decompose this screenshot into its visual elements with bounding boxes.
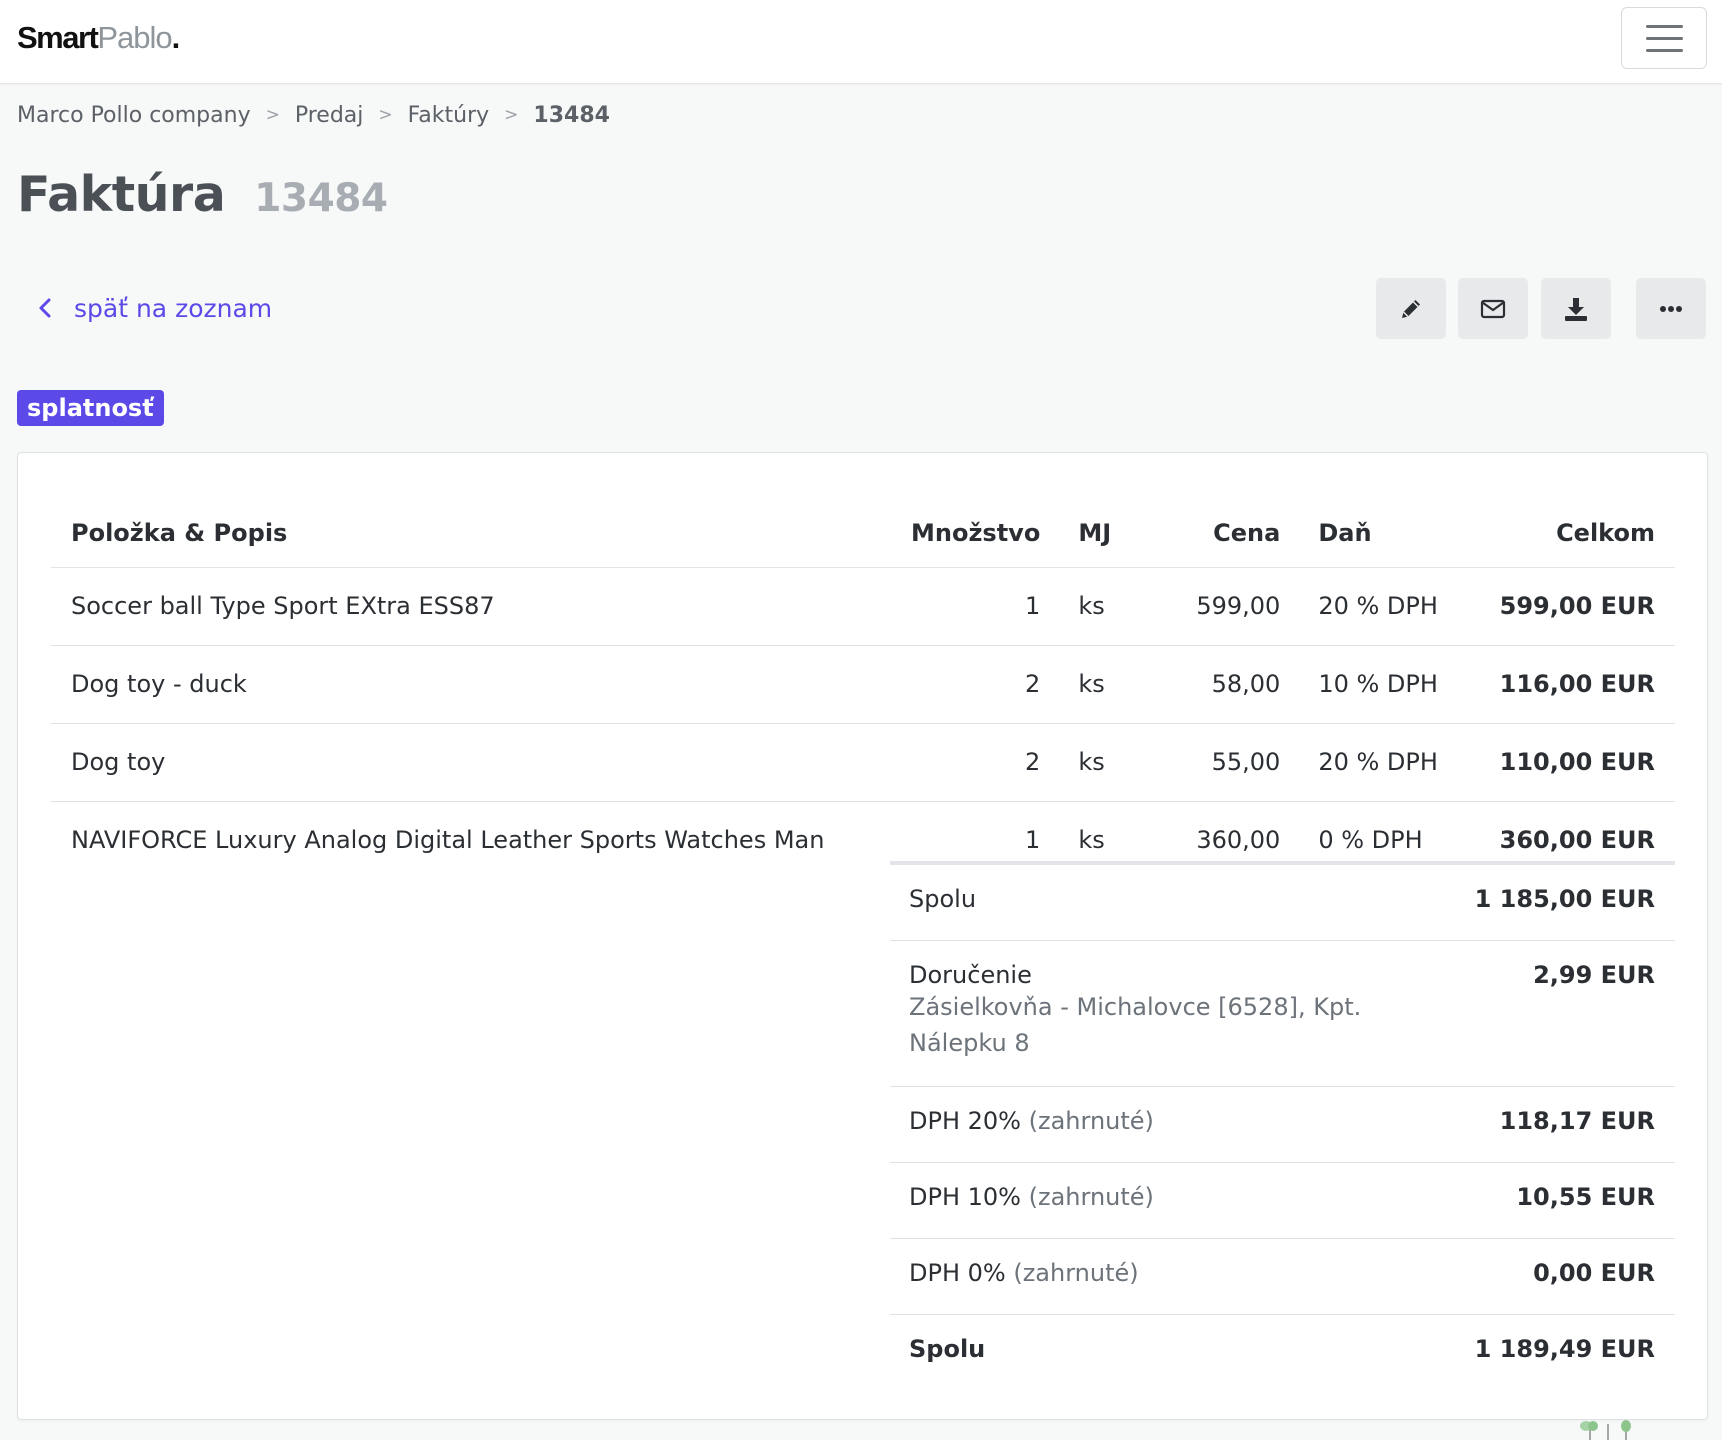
- email-button[interactable]: [1458, 278, 1528, 339]
- item-total: 599,00 EUR: [1450, 567, 1675, 646]
- logo[interactable]: SmartPablo.: [17, 20, 181, 56]
- invoice-card: Položka & Popis Množstvo MJ Cena Daň Cel…: [17, 452, 1708, 1420]
- subtotal-label: Spolu: [909, 885, 977, 913]
- top-navbar: SmartPablo.: [0, 0, 1722, 84]
- logo-part-pablo: Pablo: [97, 20, 172, 55]
- hamburger-menu-button[interactable]: [1621, 7, 1707, 69]
- item-tax: 10 % DPH: [1280, 645, 1451, 724]
- column-header-qty: Množstvo: [911, 499, 1041, 568]
- item-tax: 20 % DPH: [1280, 567, 1451, 646]
- table-header-row: Položka & Popis Množstvo MJ Cena Daň Cel…: [51, 499, 1675, 568]
- delivery-info: Doručenie Zásielkovňa - Michalovce [6528…: [909, 961, 1361, 1061]
- breadcrumb-separator: >: [504, 105, 519, 125]
- item-price: 599,00: [1140, 567, 1281, 646]
- subtotal-value: 1 185,00 EUR: [1474, 885, 1655, 913]
- breadcrumb-separator: >: [265, 105, 280, 125]
- column-header-total: Celkom: [1450, 499, 1675, 568]
- delivery-value: 2,99 EUR: [1533, 961, 1655, 989]
- vat-rate: DPH 20%: [909, 1107, 1021, 1135]
- column-header-desc: Položka & Popis: [51, 499, 911, 568]
- more-actions-button[interactable]: [1636, 278, 1706, 339]
- item-qty: 2: [911, 645, 1041, 724]
- table-row: Dog toy 2 ks 55,00 20 % DPH 110,00 EUR: [51, 723, 1675, 802]
- vat-note: (zahrnuté): [1013, 1259, 1139, 1287]
- hamburger-icon-line: [1645, 48, 1683, 52]
- breadcrumb-separator: >: [378, 105, 393, 125]
- item-price: 58,00: [1140, 645, 1281, 724]
- vat-value: 10,55 EUR: [1516, 1183, 1655, 1211]
- vat-rate: DPH 10%: [909, 1183, 1021, 1211]
- column-header-price: Cena: [1140, 499, 1281, 568]
- vat-value: 0,00 EUR: [1533, 1259, 1655, 1287]
- grand-total-label: Spolu: [909, 1335, 986, 1363]
- item-unit: ks: [1040, 723, 1141, 802]
- item-desc: Dog toy - duck: [51, 645, 911, 724]
- breadcrumb-item-faktury[interactable]: Faktúry: [408, 103, 490, 128]
- delivery-row: Doručenie Zásielkovňa - Michalovce [6528…: [890, 941, 1675, 1087]
- table-row: Soccer ball Type Sport EXtra ESS87 1 ks …: [51, 567, 1675, 646]
- item-total: 116,00 EUR: [1450, 645, 1675, 724]
- edit-button[interactable]: [1376, 278, 1446, 339]
- vat-note: (zahrnuté): [1028, 1183, 1154, 1211]
- column-header-unit: MJ: [1040, 499, 1141, 568]
- item-tax: 20 % DPH: [1280, 723, 1451, 802]
- envelope-icon: [1480, 299, 1506, 318]
- more-icon: [1660, 305, 1682, 312]
- item-qty: 2: [911, 723, 1041, 802]
- plant-decoration-icon: [1580, 1420, 1631, 1440]
- item-price: 55,00: [1140, 723, 1281, 802]
- items-table: Položka & Popis Množstvo MJ Cena Daň Cel…: [51, 499, 1675, 879]
- table-row: Dog toy - duck 2 ks 58,00 10 % DPH 116,0…: [51, 645, 1675, 724]
- item-desc: Dog toy: [51, 723, 911, 802]
- chevron-left-icon: [39, 298, 51, 318]
- delivery-label: Doručenie: [909, 961, 1032, 989]
- pencil-icon: [1402, 299, 1420, 318]
- breadcrumb-item-company[interactable]: Marco Pollo company: [17, 103, 251, 128]
- vat-row: DPH 20% (zahrnuté) 118,17 EUR: [890, 1087, 1675, 1163]
- item-total: 110,00 EUR: [1450, 723, 1675, 802]
- hamburger-icon: [1645, 24, 1683, 28]
- item-unit: ks: [1040, 567, 1141, 646]
- grand-total-row: Spolu 1 189,49 EUR: [890, 1315, 1675, 1391]
- vat-note: (zahrnuté): [1028, 1107, 1154, 1135]
- vat-value: 118,17 EUR: [1499, 1107, 1655, 1135]
- breadcrumb: Marco Pollo company > Predaj > Faktúry >…: [17, 100, 610, 130]
- download-button[interactable]: [1541, 278, 1611, 339]
- item-desc: Soccer ball Type Sport EXtra ESS87: [51, 567, 911, 646]
- vat-row: DPH 0% (zahrnuté) 0,00 EUR: [890, 1239, 1675, 1315]
- status-badge: splatnosť: [17, 390, 164, 426]
- grand-total-value: 1 189,49 EUR: [1474, 1335, 1655, 1363]
- vat-label: DPH 20% (zahrnuté): [909, 1107, 1154, 1135]
- item-desc: NAVIFORCE Luxury Analog Digital Leather …: [71, 826, 825, 855]
- vat-rate: DPH 0%: [909, 1259, 1006, 1287]
- page-title: Faktúra 13484: [17, 166, 388, 223]
- invoice-number: 13484: [254, 176, 388, 221]
- back-to-list-link[interactable]: späť na zoznam: [36, 290, 272, 326]
- column-header-tax: Daň: [1280, 499, 1451, 568]
- logo-dot: .: [171, 20, 181, 55]
- item-unit: ks: [1040, 645, 1141, 724]
- logo-part-smart: Smart: [17, 20, 99, 55]
- subtotal-row: Spolu 1 185,00 EUR: [890, 865, 1675, 941]
- vat-row: DPH 10% (zahrnuté) 10,55 EUR: [890, 1163, 1675, 1239]
- delivery-detail: Nálepku 8: [909, 1029, 1030, 1057]
- download-icon: [1565, 297, 1587, 321]
- back-link-label: späť na zoznam: [74, 293, 273, 323]
- hamburger-icon-line: [1645, 36, 1683, 40]
- breadcrumb-item-predaj[interactable]: Predaj: [295, 103, 364, 128]
- totals-summary: Spolu 1 185,00 EUR Doručenie Zásielkovňa…: [890, 861, 1675, 1391]
- vat-label: DPH 0% (zahrnuté): [909, 1259, 1139, 1287]
- breadcrumb-item-current: 13484: [533, 102, 610, 128]
- delivery-detail: Zásielkovňa - Michalovce [6528], Kpt.: [909, 993, 1362, 1021]
- vat-label: DPH 10% (zahrnuté): [909, 1183, 1154, 1211]
- page-title-text: Faktúra: [17, 166, 226, 223]
- item-qty: 1: [911, 567, 1041, 646]
